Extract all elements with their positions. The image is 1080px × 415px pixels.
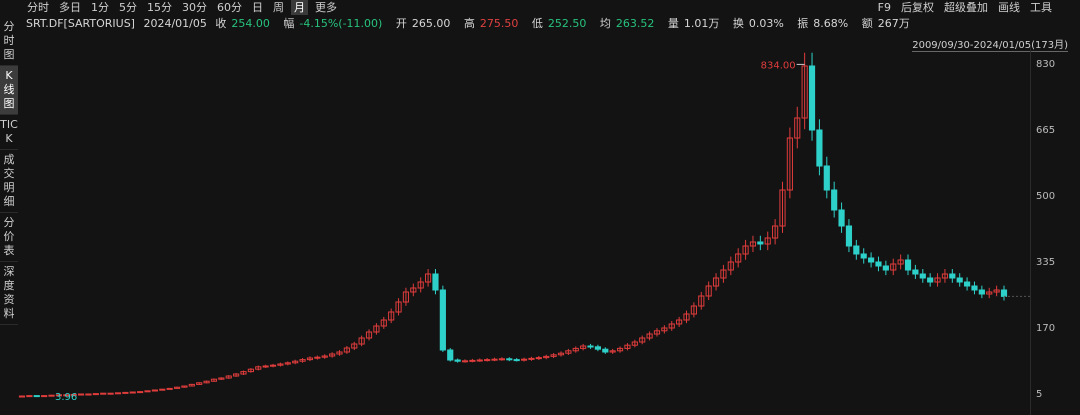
- candle: [963, 281, 971, 287]
- max-price-label: 834.00: [761, 60, 796, 71]
- candle: [100, 392, 107, 395]
- candle: [122, 391, 129, 394]
- candle: [159, 388, 166, 391]
- candle: [461, 360, 469, 363]
- candle: [491, 358, 498, 361]
- candle: [757, 241, 764, 245]
- candle: [41, 395, 48, 398]
- candle: [587, 345, 594, 348]
- candle: [506, 358, 513, 361]
- candle: [868, 257, 875, 263]
- candle: [535, 357, 542, 360]
- candle: [927, 277, 934, 283]
- candle: [439, 289, 446, 351]
- candle: [447, 349, 454, 361]
- candle: [18, 395, 26, 398]
- candle: [314, 356, 321, 359]
- candle: [594, 346, 601, 350]
- candle: [919, 273, 926, 279]
- candle: [528, 357, 535, 360]
- candle: [48, 394, 55, 397]
- candle: [831, 189, 838, 211]
- candle: [845, 225, 853, 247]
- candle: [912, 269, 919, 275]
- candle: [269, 364, 277, 367]
- candle: [1000, 289, 1008, 297]
- candle: [484, 359, 491, 362]
- candle: [85, 393, 92, 396]
- candle: [513, 359, 520, 362]
- candle: [469, 359, 476, 362]
- candle: [129, 391, 136, 394]
- candlestick-chart[interactable]: 834.00 3.96: [0, 0, 1080, 415]
- candle: [498, 358, 506, 361]
- candle: [144, 390, 151, 393]
- candle: [166, 387, 173, 390]
- candle: [853, 245, 860, 255]
- candle: [956, 277, 963, 283]
- candle: [904, 259, 912, 271]
- candle: [816, 129, 823, 167]
- candle: [151, 389, 158, 392]
- candle: [432, 273, 439, 291]
- candle: [262, 365, 269, 368]
- candle: [107, 392, 114, 395]
- candle: [92, 393, 99, 396]
- candle: [454, 359, 461, 362]
- candle: [114, 392, 122, 395]
- candle: [808, 65, 816, 131]
- candle: [520, 358, 528, 361]
- candle: [602, 348, 609, 353]
- candle: [26, 395, 33, 398]
- candle: [823, 165, 830, 191]
- candle: [77, 393, 85, 396]
- candle: [875, 261, 882, 267]
- candle: [978, 289, 985, 295]
- candle: [838, 209, 845, 227]
- candle: [33, 395, 40, 398]
- min-price-label: 3.96: [55, 392, 77, 403]
- candle: [860, 253, 867, 259]
- candle: [476, 359, 483, 362]
- candle: [137, 391, 144, 394]
- candle: [882, 265, 889, 271]
- candle: [971, 285, 978, 291]
- candle: [949, 273, 956, 279]
